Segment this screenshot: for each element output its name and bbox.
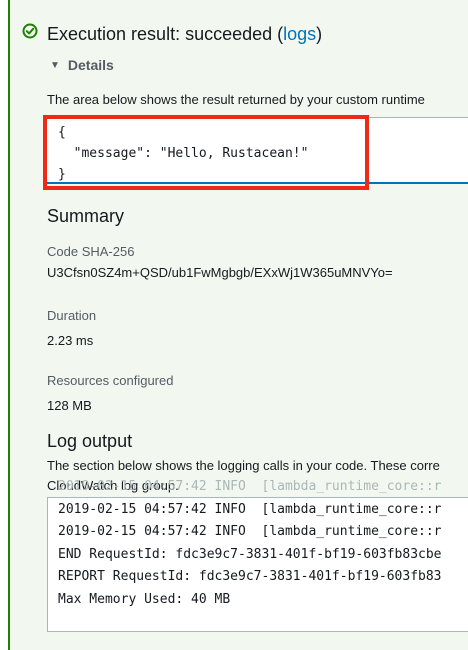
summary-heading: Summary — [47, 206, 125, 226]
details-label: Details — [67, 57, 114, 73]
log-output-heading: Log output — [47, 431, 133, 451]
check-circle-icon — [22, 23, 38, 39]
result-description: The area below shows the result returned… — [47, 92, 425, 107]
log-line: Max Memory Used: 40 MB — [58, 591, 231, 607]
highlight-annotation — [43, 115, 369, 190]
resources-value: 128 MB — [47, 398, 92, 413]
details-toggle[interactable]: ▼ Details — [50, 57, 114, 73]
log-output: 2019-02-15 04:57:42 INFO [lambda_runtime… — [58, 476, 442, 611]
code-sha-label: Code SHA-256 — [47, 244, 135, 259]
log-line: 2019-02-15 04:57:42 INFO [lambda_runtime… — [58, 479, 442, 494]
log-line: REPORT RequestId: fdc3e9c7-3831-401f-bf1… — [58, 569, 442, 584]
duration-value: 2.23 ms — [47, 333, 94, 348]
duration-label: Duration — [47, 308, 97, 323]
log-line: 2019-02-15 04:57:42 INFO [lambda_runtime… — [58, 524, 442, 539]
logs-link[interactable]: logs — [283, 24, 316, 44]
caret-down-icon: ▼ — [50, 60, 60, 71]
resources-label: Resources configured — [47, 373, 174, 388]
log-line: 2019-02-15 04:57:42 INFO [lambda_runtime… — [58, 501, 442, 517]
execution-result-title: Execution result: succeeded (logs) — [47, 24, 323, 44]
code-sha-value: U3Cfsn0SZ4m+QSD/ub1FwMgbgb/EXxWj1W365uMN… — [47, 265, 393, 280]
log-line: END RequestId: fdc3e9c7-3831-401f-bf19-6… — [58, 546, 442, 562]
